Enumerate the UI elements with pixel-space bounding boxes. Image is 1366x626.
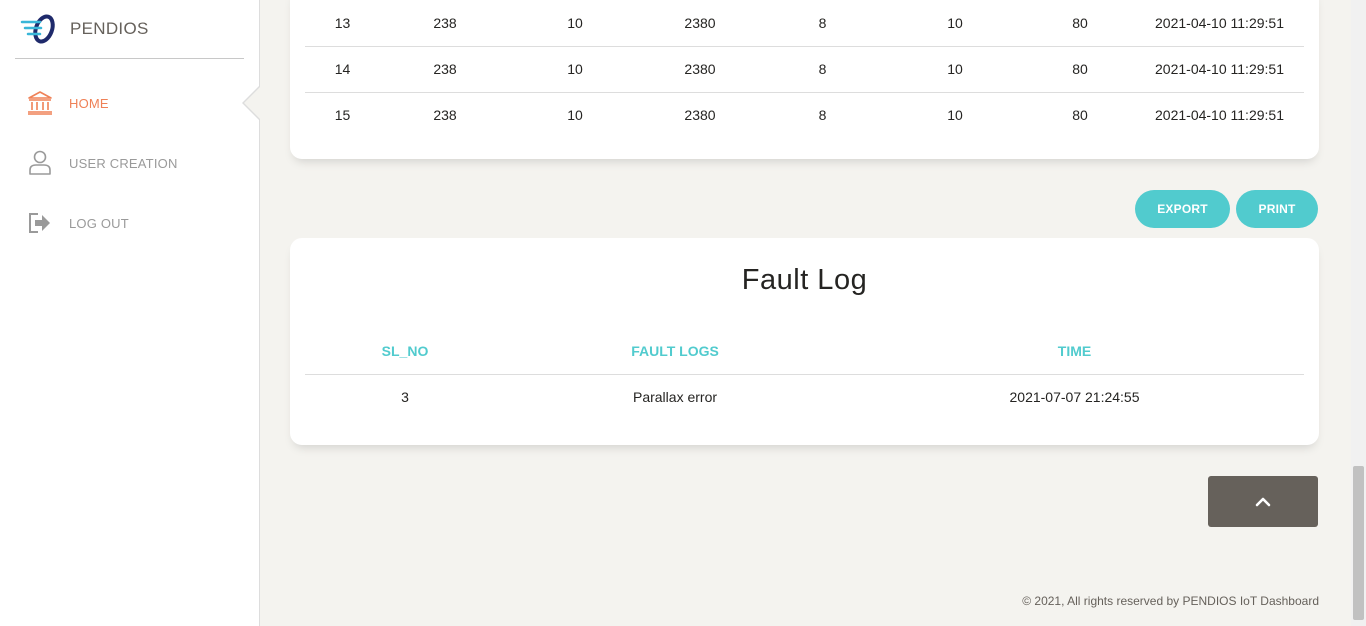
table-cell: 15 (334, 107, 351, 124)
table-cell: 238 (380, 46, 510, 93)
logout-icon (26, 209, 54, 237)
footer-copyright: © 2021, All rights reserved by PENDIOS I… (1022, 594, 1319, 608)
sidebar-item-home[interactable]: HOME (0, 73, 260, 133)
sidebar-nav: HOME USER CREATION LOG OUT (0, 73, 260, 253)
table-cell: 10 (885, 46, 1025, 93)
print-button[interactable]: PRINT (1236, 190, 1318, 228)
table-cell: 80 (1025, 0, 1135, 47)
active-caret (244, 87, 260, 119)
table-row: 3 Parallax error 2021-07-07 21:24:55 (305, 374, 1304, 420)
column-header-sl-no: SL_NO (305, 328, 505, 375)
table-cell: 10 (885, 0, 1025, 47)
table-cell: 238 (433, 107, 457, 124)
table-cell: 14 (305, 46, 380, 93)
fault-log-table: SL_NO FAULT LOGS TIME 3 Parallax error 2… (305, 328, 1304, 420)
table-row: 13 238 10 2380 8 10 80 2021-04-10 11:29:51 (305, 0, 1304, 47)
fault-log-card: Fault Log SL_NO FAULT LOGS TIME 3 Parall… (290, 238, 1319, 445)
fault-time: 2021-07-07 21:24:55 (1009, 389, 1140, 406)
table-cell: 2380 (684, 107, 716, 124)
export-button[interactable]: EXPORT (1135, 190, 1230, 228)
sidebar-item-label: LOG OUT (69, 215, 129, 231)
sidebar-item-user-creation[interactable]: USER CREATION (0, 133, 259, 193)
table-cell: 238 (380, 0, 510, 47)
table-cell: 80 (1072, 107, 1088, 124)
table-cell: 2021-04-10 11:29:51 (1135, 46, 1304, 93)
column-header-time: TIME (845, 328, 1304, 375)
column-header-fault-logs: FAULT LOGS (505, 328, 845, 375)
readings-table-card: 13 238 10 2380 8 10 80 2021-04-10 11:29:51 14 238… (290, 0, 1319, 159)
table-cell: 80 (1025, 46, 1135, 93)
table-row: 15 238 10 2380 8 10 80 2021-04-10 11:29:51 (305, 92, 1304, 138)
user-icon (26, 149, 54, 177)
sidebar-item-label: USER CREATION (69, 155, 178, 171)
bank-icon (26, 89, 54, 117)
fault-log-title: Fault Log (741, 264, 868, 296)
readings-table: 13 238 10 2380 8 10 80 2021-04-10 11:29:51 14 238… (305, 0, 1304, 138)
table-cell: 10 (567, 107, 583, 124)
table-cell: 13 (305, 0, 380, 47)
table-cell: 8 (760, 46, 885, 93)
sidebar: PENDIOS HOME USER CREATION LOG OUT (0, 0, 260, 626)
table-cell: 10 (510, 46, 640, 93)
table-cell: 10 (947, 107, 963, 124)
scrollbar-thumb[interactable] (1353, 466, 1364, 620)
table-cell: 10 (510, 0, 640, 47)
back-to-top-button[interactable] (1208, 476, 1318, 527)
table-cell: 2021-04-10 11:29:51 (1155, 107, 1284, 124)
page-scrollbar[interactable] (1351, 0, 1366, 626)
table-cell: 8 (818, 107, 827, 124)
fault-description: Parallax error (632, 389, 718, 406)
table-cell: 2380 (640, 46, 760, 93)
sidebar-item-label: HOME (69, 95, 109, 111)
fault-sl-no: 3 (401, 389, 409, 406)
table-cell: 2380 (640, 0, 760, 47)
table-cell: 2021-04-10 11:29:51 (1135, 0, 1304, 47)
table-cell: 8 (760, 0, 885, 47)
sidebar-item-logout[interactable]: LOG OUT (0, 193, 259, 253)
chevron-up-icon (1255, 497, 1271, 506)
brand-name: PENDIOS (70, 19, 149, 38)
fault-log-header-row: SL_NO FAULT LOGS TIME (305, 328, 1304, 375)
brand-logo[interactable]: PENDIOS (15, 0, 244, 59)
brand-logo-icon (20, 14, 55, 44)
table-row: 14 238 10 2380 8 10 80 2021-04-10 11:29:51 (305, 46, 1304, 93)
